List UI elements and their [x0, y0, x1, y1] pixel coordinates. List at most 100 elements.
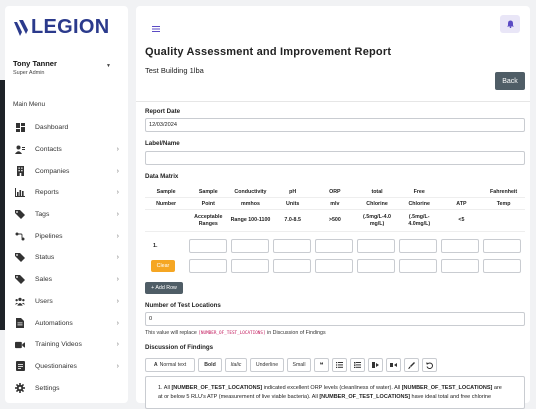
- total-chlorine-input[interactable]: [357, 239, 396, 253]
- ph-input[interactable]: [273, 239, 312, 253]
- text-style-label: Normal text: [159, 362, 187, 368]
- orp-input[interactable]: [315, 239, 354, 253]
- sales-tag-icon: [15, 275, 25, 285]
- small-button[interactable]: Small: [287, 358, 311, 372]
- replace-note: This value will replace [NUMBER_OF_TEST_…: [145, 330, 326, 336]
- temperature-input[interactable]: [483, 239, 522, 253]
- matrix-ranges-row: Acceptable Ranges Range 100-1100 7.0-8.5…: [145, 210, 525, 232]
- bold-button[interactable]: Bold: [198, 358, 222, 372]
- matrix-unit-cell: Chlorine: [355, 198, 399, 210]
- sidebar-item-reports[interactable]: Reports ›: [11, 182, 125, 204]
- pipeline-icon: [15, 231, 25, 241]
- indent-icon: [372, 362, 379, 368]
- document-icon: [15, 318, 25, 329]
- conductivity-input[interactable]: [231, 239, 270, 253]
- outdent-icon: [390, 363, 397, 367]
- matrix-range-cell: (.5mg/L-4.0 mg/L): [355, 210, 399, 232]
- sidebar-item-label: Settings: [35, 384, 60, 392]
- notification-bell-button[interactable]: [500, 15, 520, 33]
- user-menu[interactable]: Tony Tanner Super Admin ▼: [11, 56, 121, 82]
- menu-title: Main Menu: [13, 101, 46, 108]
- sidebar-item-training-videos[interactable]: Training Videos ›: [11, 334, 125, 356]
- discussion-editor[interactable]: 1. All [NUMBER_OF_TEST_LOCATIONS] indica…: [145, 376, 525, 409]
- matrix-units-row: Number Point mmhos Units mlv Chlorine Ch…: [145, 198, 525, 210]
- add-row-button[interactable]: + Add Row: [145, 282, 183, 294]
- hamburger-menu-icon[interactable]: [152, 19, 160, 37]
- free-chlorine-input[interactable]: [399, 239, 438, 253]
- matrix-range-cell: 7.0-8.5: [271, 210, 314, 232]
- text-style-select[interactable]: A Normal text: [145, 358, 195, 372]
- sidebar-item-automations[interactable]: Automations ›: [11, 312, 125, 334]
- italic-button[interactable]: Italic: [225, 358, 247, 372]
- numbered-list-button[interactable]: [350, 358, 365, 372]
- contacts-icon: [15, 145, 25, 155]
- temperature-input[interactable]: [483, 259, 521, 273]
- editor-token: [NUMBER_OF_TEST_LOCATIONS]: [171, 385, 263, 391]
- sidebar-item-dashboard[interactable]: Dashboard: [11, 117, 125, 139]
- atp-input[interactable]: [441, 259, 479, 273]
- sidebar-item-sales[interactable]: Sales ›: [11, 269, 125, 291]
- atp-input[interactable]: [441, 239, 480, 253]
- sidebar-item-contacts[interactable]: Contacts ›: [11, 139, 125, 161]
- matrix-unit-cell: Point: [187, 198, 230, 210]
- sample-point-input[interactable]: [189, 239, 228, 253]
- sidebar-item-users[interactable]: Users ›: [11, 291, 125, 313]
- matrix-unit-cell: mmhos: [229, 198, 272, 210]
- sidebar-item-questionaires[interactable]: Questionaires ›: [11, 356, 125, 378]
- sidebar-item-label: Training Videos: [35, 341, 82, 349]
- editor-token: [NUMBER_OF_TEST_LOCATIONS]: [401, 385, 493, 391]
- page-subtitle: Test Building 1lba: [145, 66, 204, 75]
- matrix-header-row: Sample Sample Conductivity pH ORP total …: [145, 186, 525, 198]
- sidebar: LEGION Tony Tanner Super Admin ▼ Main Me…: [5, 6, 128, 403]
- logo[interactable]: LEGION: [13, 16, 109, 39]
- table-row: Clear: [145, 256, 525, 276]
- outdent-button[interactable]: [386, 358, 401, 372]
- chevron-right-icon: ›: [116, 254, 119, 262]
- sidebar-item-label: Status: [35, 254, 55, 262]
- sidebar-item-pipelines[interactable]: Pipelines ›: [11, 225, 125, 247]
- sidebar-item-tags[interactable]: Tags ›: [11, 204, 125, 226]
- chevron-right-icon: ›: [116, 341, 119, 349]
- editor-text: 1. All: [158, 385, 172, 391]
- label-name-input[interactable]: [145, 151, 525, 165]
- bullet-list-button[interactable]: [332, 358, 347, 372]
- matrix-unit-cell: mlv: [313, 198, 356, 210]
- sidebar-item-status[interactable]: Status ›: [11, 247, 125, 269]
- free-chlorine-input[interactable]: [399, 259, 437, 273]
- clear-button[interactable]: Clear: [151, 260, 175, 272]
- status-tag-icon: [15, 253, 25, 263]
- dashboard-icon: [15, 123, 25, 133]
- matrix-header-cell: [440, 186, 483, 198]
- indent-button[interactable]: [368, 358, 383, 372]
- matrix-header-cell: ORP: [313, 186, 356, 198]
- matrix-header-cell: Fahrenheit: [482, 186, 525, 198]
- editor-toolbar: A Normal text Bold Italic Underline Smal…: [145, 358, 437, 372]
- main-panel: Quality Assessment and Improvement Repor…: [136, 6, 530, 409]
- back-button[interactable]: Back: [495, 72, 525, 90]
- sidebar-item-label: Reports: [35, 189, 59, 197]
- total-chlorine-input[interactable]: [357, 259, 395, 273]
- sidebar-item-label: Contacts: [35, 146, 62, 154]
- quote-button[interactable]: ❝: [314, 358, 329, 372]
- note-token: [NUMBER_OF_TEST_LOCATIONS]: [198, 331, 266, 336]
- sidebar-item-label: Companies: [35, 167, 70, 175]
- data-matrix-label: Data Matrix: [145, 173, 179, 180]
- editor-token: [NUMBER_OF_TEST_LOCATIONS]: [319, 393, 410, 400]
- sidebar-item-settings[interactable]: Settings: [11, 377, 125, 399]
- num-locations-input[interactable]: 0: [145, 312, 525, 326]
- sidebar-nav: Dashboard Contacts › Companies › Reports…: [11, 117, 125, 399]
- bullet-list-icon: [336, 362, 343, 368]
- orp-input[interactable]: [315, 259, 353, 273]
- conductivity-input[interactable]: [231, 259, 269, 273]
- report-date-input[interactable]: 12/03/2024: [145, 118, 525, 132]
- sample-point-input[interactable]: [189, 259, 227, 273]
- ph-input[interactable]: [273, 259, 311, 273]
- brush-button[interactable]: [404, 358, 419, 372]
- underline-button[interactable]: Underline: [250, 358, 284, 372]
- sidebar-item-companies[interactable]: Companies ›: [11, 160, 125, 182]
- sidebar-item-label: Users: [35, 297, 53, 305]
- chevron-right-icon: ›: [116, 232, 119, 240]
- matrix-unit-cell: Chlorine: [398, 198, 441, 210]
- undo-button[interactable]: [422, 358, 437, 372]
- note-suffix: in Discussion of Findings: [267, 330, 326, 336]
